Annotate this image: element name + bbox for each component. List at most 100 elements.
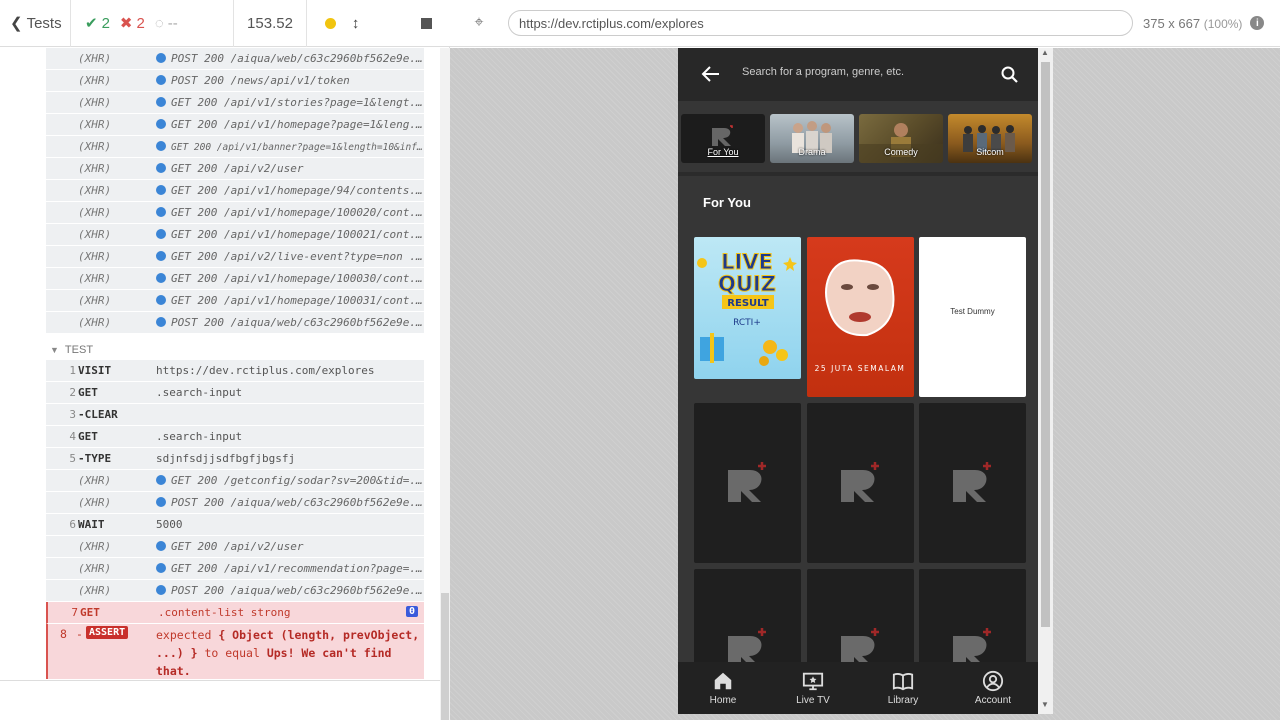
- command-message: GET 200 /api/v1/homepage/100030/cont...: [156, 272, 424, 285]
- xhr-command-row[interactable]: (XHR) GET 200 /api/v2/user: [46, 536, 424, 558]
- xhr-command-row[interactable]: (XHR) GET 200 /api/v2/live-event?type=non…: [46, 246, 424, 268]
- xhr-command-row[interactable]: (XHR) GET 200 /api/v1/homepage/100030/con…: [46, 268, 424, 290]
- nav-home[interactable]: Home: [678, 662, 768, 714]
- assert-expected-label: expected: [156, 628, 212, 642]
- command-log-scrollbar[interactable]: [440, 48, 450, 720]
- category-drama[interactable]: Drama: [770, 114, 854, 163]
- command-message: POST 200 /aiqua/web/c63c2960bf562e9e...: [156, 316, 424, 329]
- app-scrollbar[interactable]: ▲ ▼: [1038, 48, 1053, 714]
- content-tile-placeholder[interactable]: [694, 403, 801, 563]
- back-to-tests-button[interactable]: ❮ Tests: [0, 0, 71, 47]
- command-number: 2: [69, 386, 76, 399]
- command-name: (XHR): [78, 562, 112, 575]
- xhr-command-row[interactable]: (XHR) POST 200 /aiqua/web/c63c2960bf562e9…: [46, 312, 424, 334]
- xhr-request-text: POST 200 /aiqua/web/c63c2960bf562e9e...: [171, 316, 424, 329]
- xhr-command-row[interactable]: (XHR) POST 200 /aiqua/web/c63c2960bf562e9…: [46, 48, 424, 70]
- autoscroll-icon[interactable]: ↕: [352, 15, 360, 32]
- command-message: https://dev.rctiplus.com/explores: [156, 364, 375, 377]
- xhr-request-text: GET 200 /api/v1/homepage/100020/cont...: [171, 206, 424, 219]
- nav-library[interactable]: Library: [858, 662, 948, 714]
- failed-count: 2: [136, 14, 145, 32]
- status-dot-icon: [324, 17, 336, 29]
- xhr-request-text: POST 200 /news/api/v1/token: [171, 74, 350, 87]
- nav-label: Live TV: [796, 695, 830, 706]
- scroll-down-arrow-icon[interactable]: ▼: [1041, 700, 1049, 709]
- section-title: For You: [703, 195, 751, 210]
- xhr-command-row[interactable]: (XHR) GET 200 /api/v1/stories?page=1&leng…: [46, 92, 424, 114]
- quiz-brand: RCTI+: [733, 318, 761, 328]
- content-tile-test-dummy[interactable]: Test Dummy: [919, 237, 1026, 397]
- command-message: GET 200 /api/v2/user: [156, 540, 424, 553]
- xhr-status-dot-icon: [156, 541, 166, 551]
- stop-icon[interactable]: [421, 17, 433, 29]
- info-icon[interactable]: i: [1250, 16, 1265, 30]
- command-name: (XHR): [78, 52, 112, 65]
- content-tile-25-juta-semalam[interactable]: 25 JUTA SEMALAM: [807, 237, 914, 397]
- command-message: POST 200 /aiqua/web/c63c2960bf562e9e...: [156, 52, 424, 65]
- scrollbar-thumb[interactable]: [441, 593, 449, 720]
- nav-account[interactable]: Account: [948, 662, 1038, 714]
- command-name: -TYPE: [78, 452, 112, 465]
- check-icon: ✔: [85, 15, 98, 32]
- command-message: sdjnfsdjjsdfbgfjbgsfj: [156, 452, 296, 465]
- command-name: (XHR): [78, 118, 112, 131]
- xhr-command-row[interactable]: (XHR) POST 200 /aiqua/web/c63c2960bf562e9…: [46, 580, 424, 602]
- command-message: GET 200 /api/v1/homepage?page=1&leng...: [156, 118, 424, 131]
- command-message: GET 200 /api/v1/stories?page=1&lengt...: [156, 96, 424, 109]
- xhr-status-dot-icon: [156, 185, 166, 195]
- xhr-command-row[interactable]: (XHR) GET 200 /api/v1/homepage?page=1&len…: [46, 114, 424, 136]
- xhr-command-row[interactable]: (XHR) GET 200 /api/v1/homepage/100031/con…: [46, 290, 424, 312]
- search-icon[interactable]: [1000, 65, 1020, 85]
- xhr-command-row[interactable]: (XHR) GET 200 /api/v1/recommendation?page…: [46, 558, 424, 580]
- command-row[interactable]: 5 -TYPE sdjnfsdjjsdfbgfjbgsfj: [46, 448, 424, 470]
- xhr-command-row[interactable]: (XHR) GET 200 /getconfig/sodar?sv=200&tid…: [46, 470, 424, 492]
- content-tile-placeholder[interactable]: [919, 403, 1026, 563]
- command-row[interactable]: 2 GET .search-input: [46, 382, 424, 404]
- xhr-status-dot-icon: [156, 251, 166, 261]
- command-row[interactable]: 6 WAIT 5000: [46, 514, 424, 536]
- selector-playground-icon[interactable]: ⌖: [464, 14, 494, 32]
- xhr-status-dot-icon: [156, 140, 166, 151]
- category-sitcom[interactable]: Sitcom: [948, 114, 1032, 163]
- scrollbar-thumb[interactable]: [1041, 62, 1050, 627]
- command-row[interactable]: 1 VISIT https://dev.rctiplus.com/explores: [46, 360, 424, 382]
- arrow-left-icon[interactable]: [701, 64, 721, 84]
- app-viewport: Search for a program, genre, etc. For Yo…: [678, 48, 1053, 714]
- content-tile-placeholder[interactable]: [807, 403, 914, 563]
- command-row[interactable]: 3 -CLEAR: [46, 404, 424, 426]
- content-tile-live-quiz[interactable]: LIVE QUIZ RESULT RCTI+: [694, 237, 801, 379]
- test-section-header[interactable]: ▼ TEST: [46, 340, 424, 360]
- nav-live-tv[interactable]: Live TV: [768, 662, 858, 714]
- xhr-command-row[interactable]: (XHR) POST 200 /news/api/v1/token: [46, 70, 424, 92]
- xhr-command-row[interactable]: (XHR) GET 200 /api/v2/user: [46, 158, 424, 180]
- xhr-request-text: GET 200 /api/v2/user: [171, 540, 304, 553]
- account-icon: [982, 670, 1004, 692]
- assert-error-row[interactable]: 8- ASSERT expected { Object (length, prevO…: [46, 624, 424, 679]
- command-name: (XHR): [78, 184, 112, 197]
- command-message: GET 200 /api/v1/homepage/100031/cont...: [156, 294, 424, 307]
- aut-header: ⌖ https://dev.rctiplus.com/explores 375 …: [450, 0, 1280, 47]
- xhr-request-text: GET 200 /getconfig/sodar?sv=200&tid=...: [171, 474, 424, 487]
- divider: [678, 172, 1038, 176]
- rcti-placeholder-logo-icon: [953, 462, 991, 502]
- xhr-command-row[interactable]: (XHR) POST 200 /aiqua/web/c63c2960bf562e9…: [46, 492, 424, 514]
- live-quiz-artwork: LIVE QUIZ RESULT RCTI+: [697, 250, 797, 366]
- search-input[interactable]: Search for a program, genre, etc.: [742, 66, 904, 78]
- xhr-command-row[interactable]: (XHR) GET 200 /api/v1/homepage/94/content…: [46, 180, 424, 202]
- xhr-status-dot-icon: [156, 295, 166, 305]
- bottom-navigation: Home Live TV Library Account: [678, 662, 1038, 714]
- xhr-request-text: GET 200 /api/v1/banner?page=1&length=10&…: [171, 141, 424, 153]
- command-row[interactable]: 4 GET .search-input: [46, 426, 424, 448]
- xhr-command-row[interactable]: (XHR) GET 200 /api/v1/homepage/100021/con…: [46, 224, 424, 246]
- url-bar[interactable]: https://dev.rctiplus.com/explores: [508, 10, 1133, 36]
- command-message: .content-list strong: [158, 606, 291, 619]
- xhr-command-row[interactable]: (XHR) GET 200 /api/v1/homepage/100020/con…: [46, 202, 424, 224]
- failed-command-row[interactable]: 7 GET .content-list strong 0: [46, 602, 424, 624]
- category-for-you[interactable]: For You: [681, 114, 765, 163]
- command-number: 6: [69, 518, 76, 531]
- category-comedy[interactable]: Comedy: [859, 114, 943, 163]
- xhr-command-row[interactable]: (XHR) GET 200 /api/v1/banner?page=1&lengt…: [46, 136, 424, 158]
- test-stats: ✔ 2 ✖ 2 ◌ --: [71, 0, 234, 47]
- scroll-up-arrow-icon[interactable]: ▲: [1041, 48, 1049, 57]
- xhr-request-text: GET 200 /api/v1/stories?page=1&lengt...: [171, 96, 424, 109]
